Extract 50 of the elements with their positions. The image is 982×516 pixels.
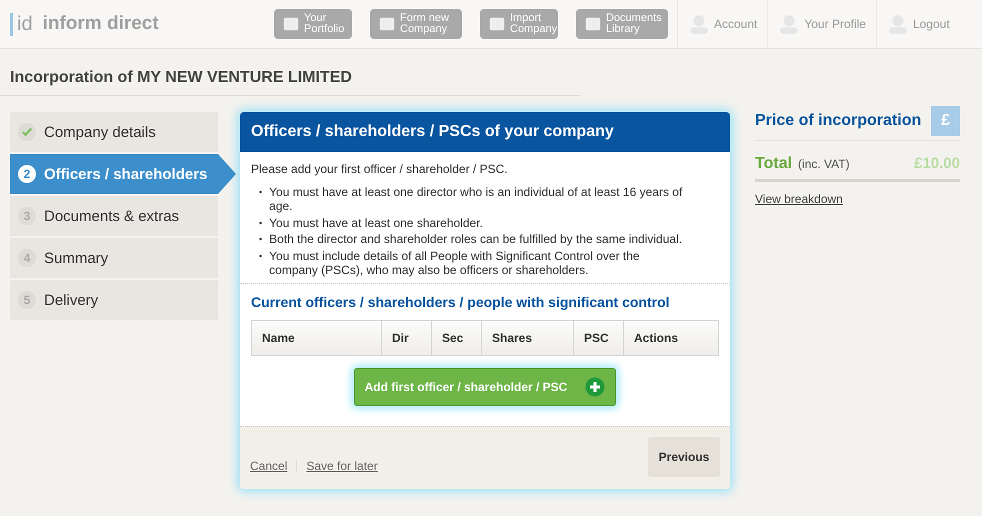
- total-note: (inc. VAT): [798, 157, 850, 171]
- step-item[interactable]: Company details: [10, 112, 218, 152]
- breakdown-link[interactable]: View breakdown: [755, 192, 843, 206]
- bullet: •: [259, 186, 262, 199]
- nav-icon: [488, 15, 506, 33]
- step-label: Summary: [44, 250, 108, 266]
- bullet: •: [259, 233, 262, 246]
- logo-mark: id: [10, 12, 37, 36]
- cancel-link[interactable]: Cancel: [250, 459, 288, 474]
- previous-button[interactable]: Previous: [648, 437, 720, 478]
- panel-title: Officers / shareholders / PSCs of your company: [240, 112, 730, 152]
- step-label: Company details: [44, 124, 156, 140]
- column-header: PSC: [574, 321, 624, 356]
- add-officer-button[interactable]: Add first officer / shareholder / PSC: [354, 368, 616, 406]
- total-value: £10.00: [914, 155, 960, 172]
- step-label: Delivery: [44, 292, 98, 308]
- column-header: Sec: [432, 321, 482, 356]
- section-title: Current officers / shareholders / people with significant control: [251, 294, 671, 310]
- rule-item: You must include details of all People with Significant Control over the company (PSCs), who may also be officers or shareholders.: [269, 248, 641, 278]
- nav-link[interactable]: Logout: [876, 0, 960, 48]
- column-header: Actions: [633, 330, 680, 348]
- step-number: 2: [18, 165, 36, 183]
- nav-link[interactable]: Account: [677, 0, 768, 48]
- step-label: Officers / shareholders: [44, 166, 208, 182]
- plus-icon: [585, 377, 606, 398]
- nav-tile[interactable]: Form new Company: [370, 9, 462, 39]
- rule-item: You must have at least one director who is an individual of at least 16 years of age.: [269, 185, 684, 214]
- step-label: Documents & extras: [44, 208, 180, 224]
- logo-name: inform direct: [42, 13, 159, 35]
- price-title: Price of incorporation: [755, 112, 922, 130]
- nav-tile[interactable]: Import Company: [480, 9, 558, 39]
- nav-icon: [282, 15, 300, 33]
- nav-icon: [378, 15, 396, 33]
- rule-item: Both the director and shareholder roles can be fulfilled by the same individual.: [269, 232, 682, 247]
- save-later-link[interactable]: Save for later: [306, 459, 378, 474]
- page-title: Incorporation of MY NEW VENTURE LIMITED: [0, 49, 580, 96]
- bullet: •: [259, 250, 262, 263]
- column-header: Name: [252, 321, 382, 356]
- currency-badge: £: [931, 106, 960, 136]
- nav-link[interactable]: Your Profile: [767, 0, 876, 48]
- column-header: Shares: [482, 321, 574, 356]
- column-header: Dir: [382, 321, 432, 356]
- nav-icon: [584, 15, 602, 33]
- total-label: Total: [755, 155, 792, 173]
- bullet: •: [259, 216, 262, 230]
- nav-tile[interactable]: Your Portfolio: [274, 9, 352, 39]
- nav-tile[interactable]: Documents Library: [576, 9, 668, 39]
- intro-text: Please add your first officer / shareholder / PSC.: [251, 162, 509, 176]
- rule-item: You must have at least one shareholder.: [269, 216, 483, 230]
- check-icon: [18, 123, 36, 141]
